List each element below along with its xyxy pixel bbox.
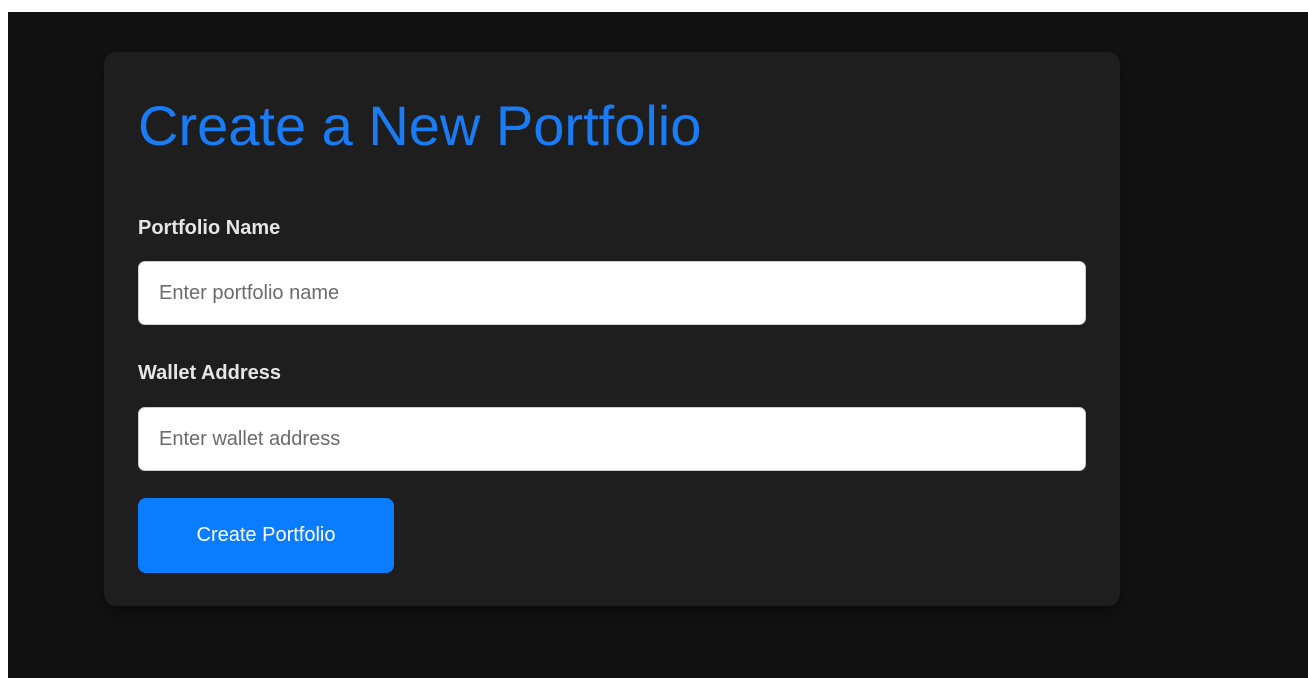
portfolio-name-input[interactable]: [138, 261, 1086, 325]
create-portfolio-card: Create a New Portfolio Portfolio Name Wa…: [104, 52, 1120, 606]
wallet-address-input[interactable]: [138, 407, 1086, 471]
create-portfolio-button[interactable]: Create Portfolio: [138, 498, 394, 573]
wallet-address-label: Wallet Address: [138, 362, 281, 384]
page-title: Create a New Portfolio: [138, 94, 702, 157]
app-viewport: Create a New Portfolio Portfolio Name Wa…: [8, 12, 1308, 678]
portfolio-name-label: Portfolio Name: [138, 217, 281, 239]
